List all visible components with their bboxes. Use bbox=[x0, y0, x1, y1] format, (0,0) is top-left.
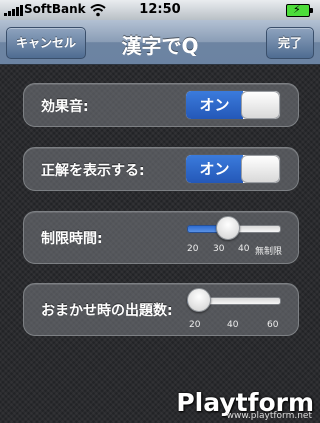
time-limit-label: 制限時間: bbox=[41, 231, 103, 247]
status-bar: SoftBank 12:50 ⚡ bbox=[0, 0, 320, 20]
show-answer-toggle[interactable]: オン bbox=[185, 154, 281, 184]
sound-effects-label: 効果音: bbox=[41, 99, 89, 115]
tick-label: 20 bbox=[187, 244, 199, 254]
time-limit-slider[interactable] bbox=[187, 215, 281, 240]
time-limit-ticks: 20 30 40 無制限 bbox=[187, 244, 287, 257]
toggle-on-text: オン bbox=[186, 91, 243, 119]
random-count-ticks: 20 40 60 bbox=[189, 320, 289, 332]
random-count-label: おまかせ時の出題数: bbox=[41, 303, 173, 319]
toggle-on-text: オン bbox=[186, 155, 243, 183]
tick-label: 40 bbox=[238, 244, 250, 254]
watermark-url: www.playtform.net bbox=[226, 411, 312, 421]
sound-effects-row: 効果音: オン bbox=[23, 83, 299, 127]
tick-label: 20 bbox=[189, 320, 201, 330]
time-limit-row: 制限時間: 20 30 40 無制限 bbox=[23, 211, 299, 264]
done-button[interactable]: 完了 bbox=[266, 27, 314, 59]
slider-thumb[interactable] bbox=[187, 288, 211, 312]
toggle-knob[interactable] bbox=[241, 155, 280, 183]
show-answer-label: 正解を表示する: bbox=[41, 163, 145, 179]
slider-thumb[interactable] bbox=[215, 216, 240, 240]
show-answer-row: 正解を表示する: オン bbox=[23, 147, 299, 191]
navigation-bar: キャンセル 漢字でQ 完了 bbox=[0, 20, 320, 65]
status-time: 12:50 bbox=[139, 2, 181, 17]
tick-label: 無制限 bbox=[255, 247, 283, 257]
random-count-row: おまかせ時の出題数: 20 40 60 bbox=[23, 283, 299, 336]
toggle-knob[interactable] bbox=[241, 91, 280, 119]
sound-effects-toggle[interactable]: オン bbox=[185, 90, 281, 120]
tick-label: 40 bbox=[227, 320, 239, 330]
settings-panel: 効果音: オン 正解を表示する: オン 制限時間: 20 30 40 無制限 お… bbox=[0, 65, 320, 423]
battery-charging-icon: ⚡ bbox=[286, 3, 313, 17]
tick-label: 60 bbox=[267, 320, 279, 330]
random-count-slider[interactable] bbox=[187, 287, 281, 312]
tick-label: 30 bbox=[213, 244, 225, 254]
